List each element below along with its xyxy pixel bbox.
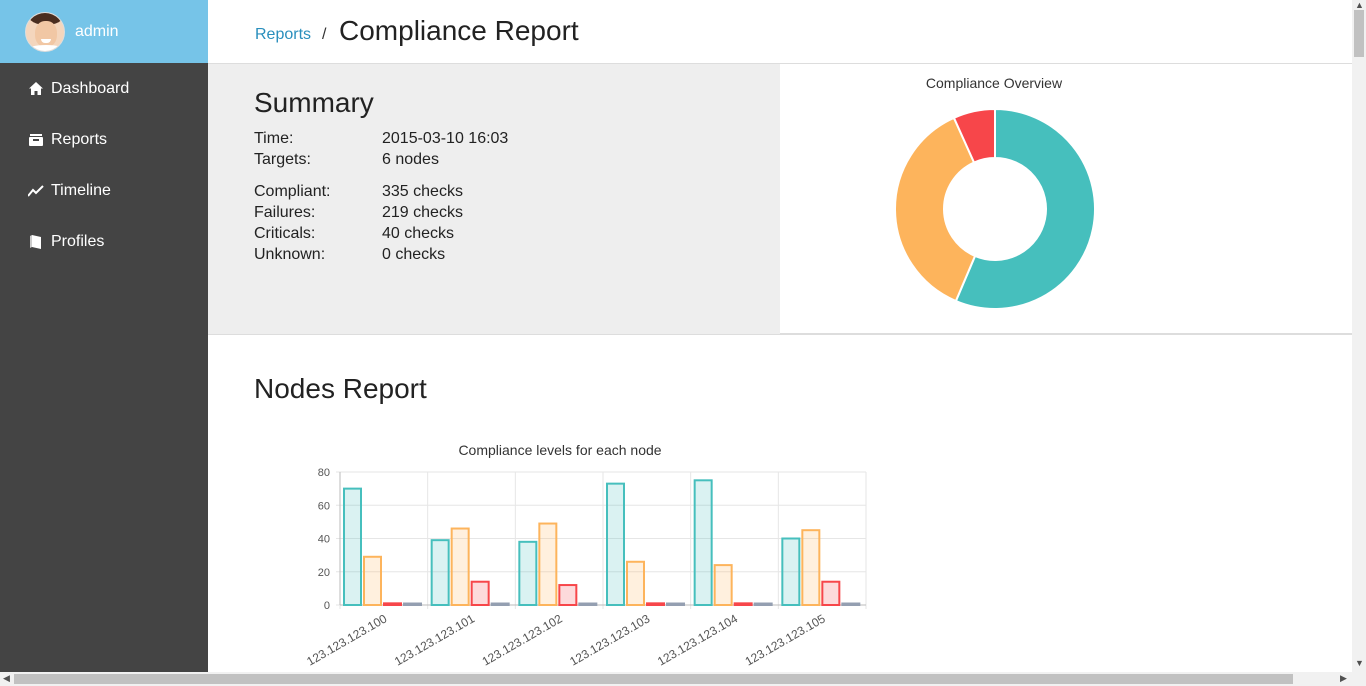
bar-critical[interactable]: [646, 602, 665, 606]
bar-failure[interactable]: [538, 522, 558, 606]
nav-label: Reports: [51, 130, 108, 148]
bar-critical[interactable]: [470, 580, 490, 607]
compliance-overview-panel: Compliance Overview: [780, 64, 1352, 334]
summary-panel: Summary Time: 2015-03-10 16:03 Targets: …: [208, 64, 780, 334]
summary-key: Time:: [254, 130, 294, 147]
chart-title: Compliance Overview: [926, 75, 1063, 91]
avatar: [25, 11, 65, 52]
bar-unknown[interactable]: [841, 602, 861, 606]
user-panel[interactable]: admin: [0, 0, 208, 63]
nav-item-profiles[interactable]: Profiles: [0, 216, 208, 267]
scroll-down-icon[interactable]: ▼: [1355, 658, 1364, 668]
divider: [208, 334, 1352, 335]
summary-value: 0 checks: [382, 246, 446, 263]
summary-value: 6 nodes: [382, 151, 439, 168]
bar-unknown[interactable]: [490, 602, 510, 606]
scroll-right-icon[interactable]: ▶: [1340, 673, 1347, 684]
x-tick-label: 123.123.123.103: [567, 611, 652, 668]
nav-label: Profiles: [51, 232, 105, 250]
bar-critical[interactable]: [558, 584, 578, 607]
scroll-left-icon[interactable]: ◀: [3, 673, 10, 684]
y-tick-label: 20: [318, 567, 330, 579]
bar-critical[interactable]: [733, 602, 753, 606]
nav-item-timeline[interactable]: Timeline: [0, 165, 208, 216]
summary-value: 40 checks: [382, 225, 455, 242]
nodes-report-heading: Nodes Report: [254, 373, 427, 404]
timeline-icon: [28, 184, 44, 197]
summary-key: Criticals:: [254, 225, 316, 242]
bar-unknown[interactable]: [753, 602, 773, 606]
summary-key: Targets:: [254, 151, 311, 168]
summary-heading: Summary: [254, 87, 374, 118]
summary-key: Compliant:: [254, 183, 331, 200]
y-tick-label: 40: [318, 534, 330, 546]
bar-failure[interactable]: [626, 560, 645, 606]
breadcrumb-separator: /: [322, 26, 327, 43]
y-tick-label: 80: [318, 467, 330, 479]
x-tick-label: 123.123.123.104: [655, 611, 740, 668]
bar-unknown[interactable]: [666, 602, 685, 606]
nodes-bar-chart: Compliance levels for each node 0 20 40 60 8…: [304, 442, 867, 669]
x-tick-label: 123.123.123.105: [743, 611, 828, 668]
y-tick-label: 60: [318, 500, 330, 512]
sidebar: admin Dashboard Reports Timeline Profile…: [0, 0, 208, 672]
bar-failure[interactable]: [801, 529, 821, 606]
pie-slice-failure[interactable]: [894, 116, 977, 303]
summary-value: 335 checks: [382, 183, 463, 200]
bar-critical[interactable]: [383, 602, 402, 606]
bar-compliant[interactable]: [430, 539, 450, 606]
nav-item-reports[interactable]: Reports: [0, 114, 208, 165]
bar-failure[interactable]: [713, 564, 733, 607]
page-title: Compliance Report: [339, 15, 579, 46]
chart-title: Compliance levels for each node: [458, 442, 661, 458]
vertical-scrollbar[interactable]: ▲ ▼: [1352, 0, 1366, 672]
bar-compliant[interactable]: [518, 540, 538, 606]
summary-value: 219 checks: [382, 204, 463, 221]
compliance-overview-chart: Compliance Overview: [894, 75, 1096, 310]
breadcrumb-reports-link[interactable]: Reports: [255, 26, 311, 44]
y-tick-label: 0: [324, 600, 330, 612]
bar-compliant[interactable]: [606, 482, 625, 607]
username: admin: [75, 22, 119, 40]
bar-critical[interactable]: [821, 580, 841, 607]
horizontal-scrollbar[interactable]: ◀ ▶: [0, 672, 1366, 686]
summary-key: Failures:: [254, 204, 316, 221]
scroll-up-icon[interactable]: ▲: [1355, 0, 1364, 10]
x-tick-label: 123.123.123.102: [480, 611, 565, 668]
nav-item-dashboard[interactable]: Dashboard: [0, 63, 208, 114]
bar-failure[interactable]: [450, 527, 470, 606]
x-tick-label: 123.123.123.100: [304, 611, 389, 668]
bar-compliant[interactable]: [343, 487, 362, 606]
bar-unknown[interactable]: [403, 602, 422, 606]
book-icon: [28, 234, 44, 249]
header: Reports / Compliance Report: [208, 0, 1352, 64]
x-tick-label: 123.123.123.101: [392, 611, 477, 668]
home-icon: [28, 82, 44, 95]
nav-label: Dashboard: [51, 79, 130, 97]
bar-failure[interactable]: [363, 555, 382, 606]
horizontal-scroll-thumb[interactable]: [14, 674, 1293, 684]
summary-key: Unknown:: [254, 246, 326, 263]
vertical-scroll-thumb[interactable]: [1354, 10, 1364, 57]
bar-compliant[interactable]: [781, 537, 801, 606]
bar-unknown[interactable]: [578, 602, 598, 606]
bar-compliant[interactable]: [693, 479, 713, 606]
nav-label: Timeline: [51, 181, 111, 199]
summary-value: 2015-03-10 16:03: [382, 130, 509, 147]
inbox-icon: [28, 133, 44, 146]
